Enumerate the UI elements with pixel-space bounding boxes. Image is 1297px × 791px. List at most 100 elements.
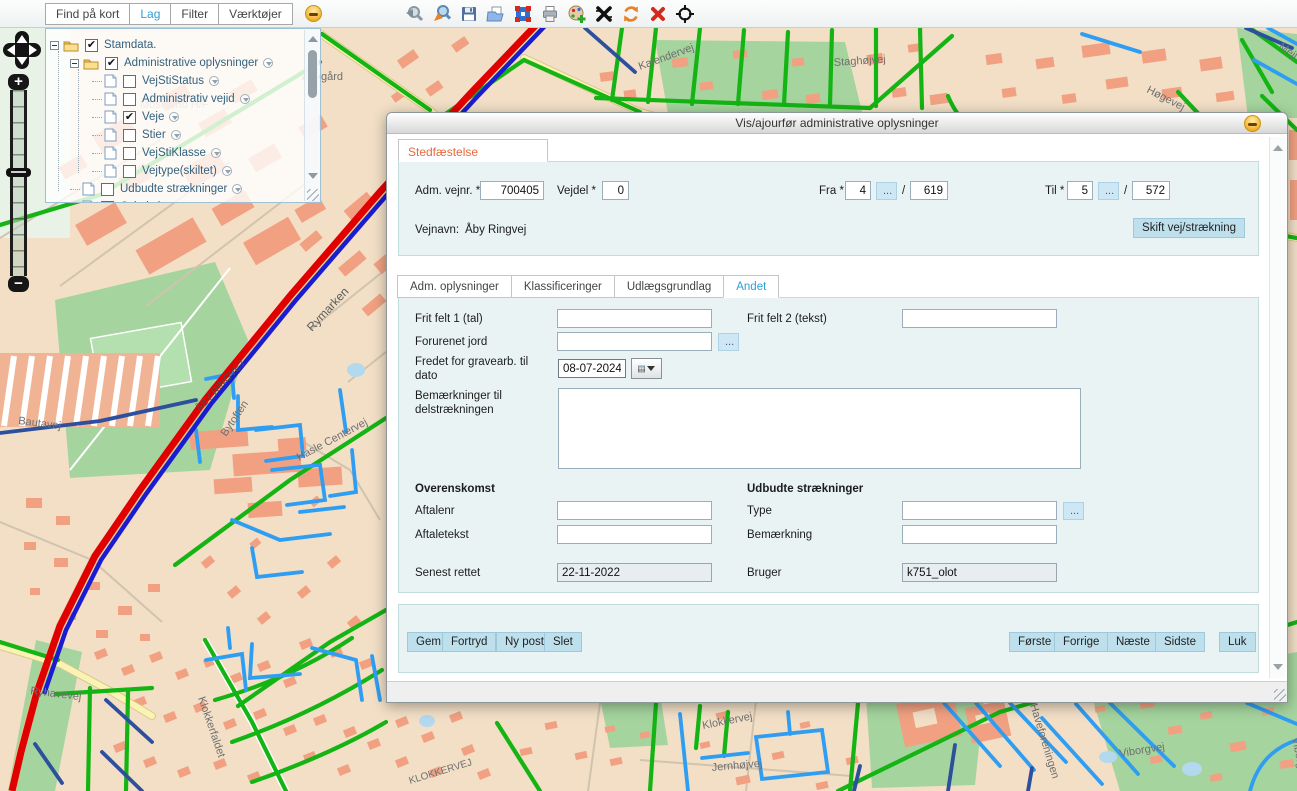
layer-checkbox[interactable] (85, 39, 98, 52)
vejdel-field[interactable] (602, 181, 629, 200)
hide-markers-icon[interactable] (593, 3, 615, 25)
layer-checkbox[interactable] (123, 165, 136, 178)
vaerktoejer-button[interactable]: Værktøjer (218, 3, 293, 25)
tree-item-vejstiklasse[interactable]: VejStiKlasse (46, 144, 320, 162)
save-icon[interactable] (458, 3, 480, 25)
zoom-selection-icon[interactable] (431, 3, 453, 25)
tree-item-stier[interactable]: Stier (46, 126, 320, 144)
aftaletekst-field[interactable] (557, 525, 712, 544)
layer-meta-icon[interactable] (263, 58, 273, 68)
layer-checkbox[interactable] (105, 57, 118, 70)
tree-item-cykelstinet[interactable]: Cykelstinet (46, 198, 320, 203)
skift-vej-straekning-button[interactable]: Skift vej/strækning (1133, 218, 1245, 238)
minimize-dialog-icon[interactable] (1244, 115, 1261, 132)
fortryd-button[interactable]: Fortryd (442, 632, 496, 652)
zoom-slider-track[interactable] (10, 90, 27, 276)
layer-meta-icon[interactable] (222, 166, 232, 176)
layer-meta-icon[interactable] (181, 202, 191, 203)
type-field[interactable] (902, 501, 1057, 520)
frit-felt-1-field[interactable] (557, 309, 712, 328)
til-lookup-button[interactable]: ... (1098, 182, 1119, 200)
tab-andet[interactable]: Andet (723, 275, 779, 298)
scroll-up-icon[interactable] (1273, 145, 1283, 151)
collapse-icon[interactable] (50, 41, 59, 50)
naeste-button[interactable]: Næste (1107, 632, 1159, 652)
bemaerkning-field[interactable] (902, 525, 1057, 544)
forurenet-jord-field[interactable] (557, 332, 712, 351)
til-field[interactable] (1067, 181, 1093, 200)
bemaerkninger-textarea[interactable] (558, 388, 1081, 469)
forrige-button[interactable]: Forrige (1054, 632, 1108, 652)
til-max-field[interactable] (1132, 181, 1170, 200)
zoom-previous-icon[interactable] (404, 3, 426, 25)
zoom-in-button[interactable]: + (8, 74, 29, 90)
tree-item-administrative-oplysninger[interactable]: Administrative oplysninger (46, 54, 320, 72)
fra-field[interactable] (845, 181, 871, 200)
layer-checkbox[interactable] (123, 129, 136, 142)
filter-button[interactable]: Filter (170, 3, 219, 25)
layer-checkbox[interactable] (123, 75, 136, 88)
fra-lookup-button[interactable]: ... (876, 182, 897, 200)
scroll-up-icon[interactable] (308, 36, 318, 42)
aftalenr-field[interactable] (557, 501, 712, 520)
refresh-icon[interactable] (620, 3, 642, 25)
delete-icon[interactable] (647, 3, 669, 25)
type-lookup-button[interactable]: ... (1063, 502, 1084, 520)
zoom-out-button[interactable]: − (8, 276, 29, 292)
fredet-dato-field[interactable] (558, 359, 626, 378)
scroll-down-icon[interactable] (1273, 664, 1283, 670)
scrollbar-thumb[interactable] (308, 50, 317, 98)
minimize-toolbar-icon[interactable] (305, 5, 322, 22)
layer-checkbox[interactable] (123, 93, 136, 106)
tree-item-stamdata[interactable]: Stamdata. (46, 36, 320, 54)
print-icon[interactable] (539, 3, 561, 25)
frit-felt-2-field[interactable] (902, 309, 1057, 328)
layer-meta-icon[interactable] (171, 130, 181, 140)
zoom-slider-handle[interactable] (6, 168, 31, 177)
dialog-resize-grip[interactable] (1274, 689, 1286, 701)
forurenet-jord-lookup-button[interactable]: ... (718, 333, 739, 351)
layer-meta-icon[interactable] (211, 148, 221, 158)
overview-extent-icon[interactable] (512, 3, 534, 25)
fra-label: Fra * (819, 185, 844, 197)
tab-stedfaestelse[interactable]: Stedfæstelse (398, 139, 548, 162)
layer-checkbox[interactable] (101, 201, 114, 204)
dialog-titlebar[interactable]: Vis/ajourfør administrative oplysninger (387, 113, 1287, 134)
fra-max-field[interactable] (910, 181, 948, 200)
tree-item-veje[interactable]: Veje (46, 108, 320, 126)
tree-scrollbar[interactable] (304, 30, 319, 201)
tree-resize-grip[interactable] (307, 189, 319, 201)
map-zoom-slider[interactable]: + − (8, 74, 32, 292)
tab-adm-oplysninger[interactable]: Adm. oplysninger (397, 275, 512, 298)
adm-vejnr-field[interactable] (480, 181, 544, 200)
center-map-icon[interactable] (674, 3, 696, 25)
tab-udlaegsgrundlag[interactable]: Udlægsgrundlag (614, 275, 724, 298)
tree-item-udbudte-straekninger[interactable]: Udbudte strækninger (46, 180, 320, 198)
layer-checkbox[interactable] (123, 147, 136, 160)
luk-button[interactable]: Luk (1219, 632, 1256, 652)
collapse-icon[interactable] (70, 59, 79, 68)
layer-tree-panel: Stamdata. Administrative oplysninger Vej… (45, 28, 321, 203)
tab-klassificeringer[interactable]: Klassificeringer (511, 275, 615, 298)
calendar-icon (638, 363, 645, 375)
layer-meta-icon[interactable] (232, 184, 242, 194)
sidste-button[interactable]: Sidste (1155, 632, 1205, 652)
slet-button[interactable]: Slet (544, 632, 582, 652)
layer-meta-icon[interactable] (169, 112, 179, 122)
date-picker-button[interactable] (631, 358, 662, 379)
scroll-down-icon[interactable] (308, 173, 318, 179)
find-paa-kort-button[interactable]: Find på kort (45, 3, 130, 25)
legend-palette-icon[interactable] (566, 3, 588, 25)
open-folder-icon[interactable] (485, 3, 507, 25)
layer-meta-icon[interactable] (240, 94, 250, 104)
layer-checkbox[interactable] (101, 183, 114, 196)
tree-item-vejtype-skiltet[interactable]: Vejtype(skiltet) (46, 162, 320, 180)
foerste-button[interactable]: Første (1009, 632, 1060, 652)
layer-checkbox[interactable] (123, 111, 136, 124)
layer-meta-icon[interactable] (209, 76, 219, 86)
dialog-scrollbar[interactable] (1269, 137, 1286, 678)
tree-item-vejstistatus[interactable]: VejStiStatus (46, 72, 320, 90)
lag-button[interactable]: Lag (129, 3, 171, 25)
tree-item-administrativ-vejid[interactable]: Administrativ vejid (46, 90, 320, 108)
map-pan-control[interactable] (2, 30, 42, 70)
